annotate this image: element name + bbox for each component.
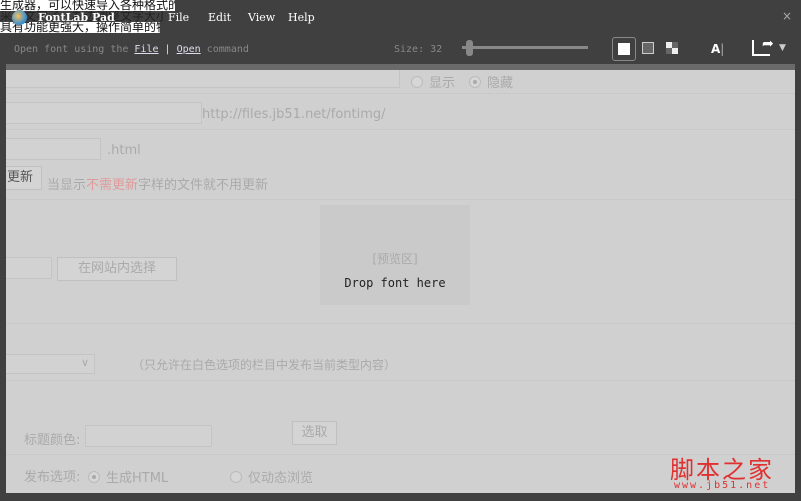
app-title: FontLab Pad	[38, 11, 115, 24]
white-square-icon	[618, 43, 630, 55]
note-post: 字样的文件就不用更新	[138, 178, 269, 193]
update-note: 当显示不需更新字样的文件就不用更新	[47, 174, 268, 193]
image-input[interactable]	[6, 257, 52, 279]
watermark-url: www.jb51.net	[674, 480, 771, 491]
radio-show-label: 显示	[429, 76, 456, 91]
html-suffix: .html	[107, 143, 141, 158]
publish-label: 发布选项:	[24, 470, 81, 485]
preview-label: [预览区]	[372, 252, 418, 266]
size-slider-handle[interactable]	[466, 40, 473, 56]
category-select[interactable]: ∨	[6, 354, 95, 374]
chevron-down-icon: ∨	[80, 356, 89, 369]
size-slider[interactable]	[462, 46, 588, 49]
hint-open-link[interactable]: Open	[177, 44, 201, 55]
font-drop-area[interactable]: 显示 隐藏 http://files.jb51.net/fontimg/ .ht…	[6, 70, 795, 493]
size-label: Size: 32	[394, 44, 443, 55]
radio-hide[interactable]	[469, 76, 481, 88]
radio-hide-label: 隐藏	[487, 76, 514, 91]
url-suffix: http://files.jb51.net/fontimg/	[202, 107, 386, 122]
hint-suffix: command	[206, 44, 249, 55]
text-tool-label: A	[711, 42, 721, 56]
hint-file-link[interactable]: File	[134, 44, 158, 55]
title-color-input[interactable]	[85, 425, 212, 447]
menu-file[interactable]: File	[168, 11, 189, 24]
preview-area[interactable]: [预览区] Drop font here	[320, 205, 470, 305]
radio-generate-html[interactable]	[88, 471, 100, 483]
menu-view[interactable]: View	[248, 11, 275, 24]
radio-dynamic[interactable]	[230, 471, 242, 483]
bg-gray-button[interactable]	[642, 42, 654, 54]
hint-separator: |	[164, 44, 171, 55]
dynamic-label: 仅动态浏览	[248, 471, 314, 486]
menu-help[interactable]: Help	[288, 11, 315, 24]
app-logo-icon	[12, 10, 27, 25]
note-pre: 当显示	[47, 178, 87, 193]
generate-html-label: 生成HTML	[106, 471, 169, 486]
background-text-1: 生成器，可以快速导入各种格式的	[0, 0, 175, 11]
share-arrow-icon: ➦	[762, 36, 774, 52]
radio-show[interactable]	[411, 76, 423, 88]
menu-edit[interactable]: Edit	[208, 11, 231, 24]
update-button[interactable]: 更新	[6, 166, 42, 190]
bg-white-button[interactable]	[612, 37, 636, 61]
share-dropdown-icon[interactable]: ▼	[779, 43, 786, 53]
hint-prefix: Open font using the	[14, 44, 129, 55]
url-input[interactable]	[6, 102, 202, 124]
close-button[interactable]: ×	[782, 9, 792, 23]
open-hint: Open font using the File | Open command	[14, 44, 249, 55]
note-red: 不需更新	[86, 178, 139, 193]
text-tool-button[interactable]: A|	[711, 42, 724, 56]
top-input[interactable]	[6, 70, 400, 88]
title-color-label: 标题颜色:	[24, 433, 81, 448]
drop-font-text: Drop font here	[344, 276, 446, 290]
filename-input[interactable]	[6, 138, 101, 160]
pick-color-button[interactable]: 选取	[292, 421, 337, 445]
bg-checker-button[interactable]	[666, 42, 678, 54]
choose-on-site-button[interactable]: 在网站内选择	[57, 257, 177, 281]
category-note: （只允许在白色选项的栏目中发布当前类型内容）	[132, 358, 397, 372]
